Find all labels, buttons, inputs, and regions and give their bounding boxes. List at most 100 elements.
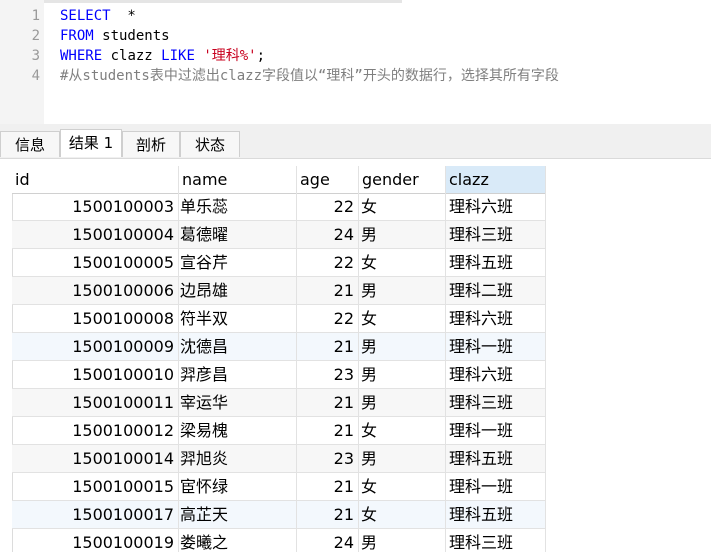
tab-result-1[interactable]: 结果 1 [60,129,122,157]
tab-profile[interactable]: 剖析 [122,131,180,157]
cell-gender[interactable]: 女 [359,193,446,221]
sql-token: clazz [102,48,162,64]
column-header-id[interactable]: id [12,166,179,194]
cell-gender[interactable]: 女 [359,249,446,277]
cell-name[interactable]: 符半双 [179,305,297,333]
cell-clazz[interactable]: 理科六班 [446,305,546,333]
cell-clazz[interactable]: 理科五班 [446,445,546,473]
cell-age[interactable]: 21 [297,417,359,445]
cell-age[interactable]: 22 [297,249,359,277]
cell-name[interactable]: 羿彦昌 [179,361,297,389]
cell-age[interactable]: 21 [297,277,359,305]
cell-gender[interactable]: 男 [359,221,446,249]
code-line[interactable]: 3 WHERE clazz LIKE '理科%'; [0,46,711,66]
sql-keyword: FROM [60,28,94,44]
table-row[interactable]: 1500100005 宣谷芹 22 女理科五班 [12,249,546,277]
column-header-gender[interactable]: gender [359,166,446,194]
cell-name[interactable]: 葛德曜 [179,221,297,249]
cell-name[interactable]: 羿旭炎 [179,445,297,473]
cell-name[interactable]: 高芷天 [179,501,297,529]
cell-name[interactable]: 宦怀绿 [179,473,297,501]
table-row[interactable]: 1500100009 沈德昌 21 男理科一班 [12,333,546,361]
cell-clazz[interactable]: 理科一班 [446,417,546,445]
cell-name[interactable]: 娄曦之 [179,529,297,552]
cell-age[interactable]: 21 [297,389,359,417]
cell-gender[interactable]: 男 [359,529,446,552]
cell-gender[interactable]: 女 [359,473,446,501]
cell-name[interactable]: 梁易槐 [179,417,297,445]
table-row[interactable]: 1500100012 梁易槐 21 女理科一班 [12,417,546,445]
cell-clazz[interactable]: 理科二班 [446,277,546,305]
cell-id[interactable]: 1500100012 [12,417,179,445]
cell-name[interactable]: 宰运华 [179,389,297,417]
cell-age[interactable]: 21 [297,333,359,361]
cell-id[interactable]: 1500100010 [12,361,179,389]
cell-id[interactable]: 1500100011 [12,389,179,417]
cell-name[interactable]: 边昂雄 [179,277,297,305]
cell-age[interactable]: 24 [297,529,359,552]
table-row[interactable]: 1500100010 羿彦昌 23 男理科六班 [12,361,546,389]
cell-gender[interactable]: 女 [359,305,446,333]
sql-token: ; [256,48,266,64]
tab-info[interactable]: 信息 [0,131,60,157]
cell-id[interactable]: 1500100005 [12,249,179,277]
column-header-clazz[interactable]: clazz [446,166,546,194]
cell-age[interactable]: 22 [297,193,359,221]
sql-editor[interactable]: 1 SELECT * 2 FROM students 3 WHERE clazz LIKE… [0,0,711,124]
tab-status[interactable]: 状态 [180,131,240,157]
code-line[interactable]: 4 #从students表中过滤出clazz字段值以“理科”开头的数据行，选择其所… [0,66,711,86]
table-row[interactable]: 1500100003 单乐蕊 22 女理科六班 [12,193,546,221]
cell-clazz[interactable]: 理科六班 [446,361,546,389]
cell-age[interactable]: 22 [297,305,359,333]
result-grid[interactable]: id name age gender clazz 1500100003 单乐蕊 22… [0,166,711,552]
cell-age[interactable]: 23 [297,361,359,389]
cell-name[interactable]: 宣谷芹 [179,249,297,277]
cell-name[interactable]: 单乐蕊 [179,193,297,221]
cell-clazz[interactable]: 理科三班 [446,389,546,417]
table-row[interactable]: 1500100011 宰运华 21 男理科三班 [12,389,546,417]
cell-gender[interactable]: 男 [359,361,446,389]
column-header-age[interactable]: age [297,166,359,194]
cell-id[interactable]: 1500100019 [12,529,179,552]
table-row[interactable]: 1500100004 葛德曜 24 男理科三班 [12,221,546,249]
cell-clazz[interactable]: 理科五班 [446,501,546,529]
cell-gender[interactable]: 男 [359,333,446,361]
cell-name[interactable]: 沈德昌 [179,333,297,361]
cell-id[interactable]: 1500100017 [12,501,179,529]
cell-age[interactable]: 21 [297,501,359,529]
cell-id[interactable]: 1500100009 [12,333,179,361]
cell-clazz[interactable]: 理科三班 [446,221,546,249]
cell-id[interactable]: 1500100004 [12,221,179,249]
table-row[interactable]: 1500100006 边昂雄 21 男理科二班 [12,277,546,305]
cell-gender[interactable]: 男 [359,445,446,473]
sql-keyword: LIKE [161,48,195,64]
cell-age[interactable]: 23 [297,445,359,473]
cell-id[interactable]: 1500100003 [12,193,179,221]
cell-clazz[interactable]: 理科一班 [446,473,546,501]
table-row[interactable]: 1500100008 符半双 22 女理科六班 [12,305,546,333]
table-row[interactable]: 1500100017 高芷天 21 女理科五班 [12,501,546,529]
table-row[interactable]: 1500100014 羿旭炎 23 男理科五班 [12,445,546,473]
cell-id[interactable]: 1500100008 [12,305,179,333]
cell-gender[interactable]: 女 [359,417,446,445]
cell-clazz[interactable]: 理科六班 [446,193,546,221]
cell-age[interactable]: 21 [297,473,359,501]
table-row[interactable]: 1500100019 娄曦之 24 男理科三班 [12,529,546,552]
cell-id[interactable]: 1500100006 [12,277,179,305]
cell-clazz[interactable]: 理科五班 [446,249,546,277]
table-row[interactable]: 1500100015 宦怀绿 21 女理科一班 [12,473,546,501]
cell-clazz[interactable]: 理科一班 [446,333,546,361]
column-header-name[interactable]: name [179,166,297,194]
code-line[interactable]: 1 SELECT * [0,6,711,26]
code-text: #从students表中过滤出clazz字段值以“理科”开头的数据行，选择其所有… [60,66,559,86]
cell-gender[interactable]: 女 [359,501,446,529]
code-line[interactable]: 2 FROM students [0,26,711,46]
line-number: 4 [31,68,40,84]
cell-age[interactable]: 24 [297,221,359,249]
cell-id[interactable]: 1500100014 [12,445,179,473]
cell-gender[interactable]: 男 [359,389,446,417]
sql-token: * [110,8,136,24]
cell-clazz[interactable]: 理科三班 [446,529,546,552]
cell-gender[interactable]: 男 [359,277,446,305]
cell-id[interactable]: 1500100015 [12,473,179,501]
